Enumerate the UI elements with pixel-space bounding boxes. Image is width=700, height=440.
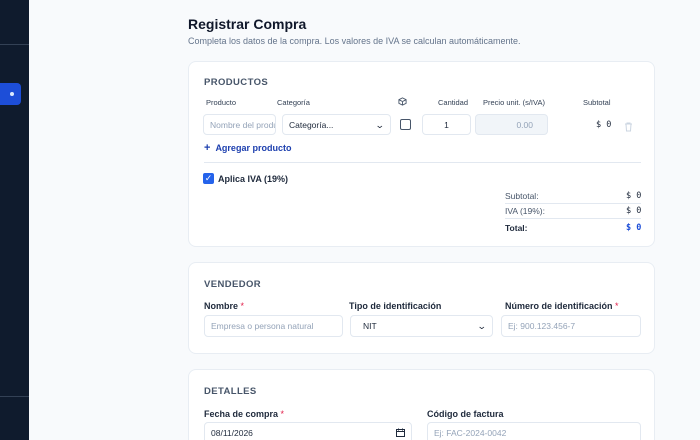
chevron-down-icon: ⌄ [477, 321, 488, 331]
totals-divider-2 [505, 218, 641, 219]
trash-icon[interactable] [624, 119, 633, 137]
detalles-card: DETALLES Fecha de compra * 08/11/2026 Có… [188, 369, 655, 440]
page-title: Registrar Compra [188, 16, 307, 32]
col-header-subtotal: Subtotal [583, 98, 611, 107]
subtotal-label: Subtotal: [505, 191, 539, 201]
nombre-label: Nombre * [204, 301, 244, 311]
main-content: Registrar Compra Completa los datos de l… [29, 0, 700, 440]
total-value: $ 0 [626, 223, 642, 233]
chevron-down-icon: ⌄ [375, 120, 386, 130]
sidebar-item-active[interactable] [0, 83, 21, 105]
producto-nombre-input[interactable]: Nombre del producto [203, 114, 276, 135]
categoria-select-value: Categoría... [289, 119, 334, 130]
required-mark: * [240, 301, 245, 311]
totals-divider-1 [505, 203, 641, 204]
tipo-id-select[interactable]: NIT ⌄ [350, 315, 493, 337]
sidebar-divider-bottom [0, 396, 29, 397]
numero-id-input[interactable]: Ej: 900.123.456-7 [501, 315, 641, 337]
numero-id-label: Número de identificación * [505, 301, 619, 311]
page-subtitle: Completa los datos de la compra. Los val… [188, 36, 521, 46]
vendedor-nombre-input[interactable]: Empresa o persona natural [204, 315, 343, 337]
detalles-section-title: DETALLES [204, 386, 257, 397]
add-product-label: Agregar producto [215, 143, 292, 153]
vendedor-card: VENDEDOR Nombre * Empresa o persona natu… [188, 262, 655, 354]
required-mark: * [615, 301, 619, 311]
categoria-select[interactable]: Categoría... ⌄ [282, 114, 391, 135]
col-header-producto: Producto [206, 98, 237, 107]
col-header-cantidad: Cantidad [438, 98, 469, 107]
fecha-input[interactable]: 08/11/2026 [204, 422, 412, 440]
nombre-label-text: Nombre [204, 301, 239, 311]
productos-card: PRODUCTOS Producto Categoría Cantidad Pr… [188, 61, 655, 247]
iva-total-label: IVA (19%): [505, 206, 545, 216]
plus-icon: + [204, 142, 211, 154]
col-header-categoria: Categoría [277, 98, 310, 107]
numero-id-label-text: Número de identificación [505, 301, 613, 311]
sidebar [0, 0, 29, 440]
box-icon [398, 97, 407, 108]
iva-total-value: $ 0 [626, 206, 642, 216]
iva-checkbox[interactable]: ✓ [203, 173, 214, 184]
sidebar-item-dot-icon [10, 92, 14, 96]
calendar-icon[interactable] [396, 428, 405, 439]
productos-divider [204, 162, 641, 163]
productos-section-title: PRODUCTOS [204, 77, 269, 88]
vendedor-section-title: VENDEDOR [204, 279, 262, 290]
fecha-label: Fecha de compra * [204, 409, 284, 419]
iva-checkbox-label: Aplica IVA (19%) [218, 174, 289, 184]
sidebar-divider-top [0, 44, 29, 45]
row-subtotal: $ 0 [596, 120, 612, 130]
producto-checkbox[interactable] [400, 119, 411, 130]
fecha-value: 08/11/2026 [211, 428, 253, 438]
required-mark: * [280, 409, 285, 419]
tipo-id-label: Tipo de identificación [349, 301, 442, 311]
subtotal-value: $ 0 [626, 191, 642, 201]
codigo-label: Código de factura [427, 409, 504, 419]
codigo-factura-input[interactable]: Ej: FAC-2024-0042 [427, 422, 641, 440]
col-header-precio: Precio unit. (s/IVA) [483, 98, 545, 107]
total-label: Total: [505, 223, 528, 233]
cantidad-input[interactable]: 1 [422, 114, 471, 135]
precio-input[interactable]: 0.00 [475, 114, 548, 135]
fecha-label-text: Fecha de compra [204, 409, 279, 419]
tipo-id-select-value: NIT [363, 321, 377, 331]
add-product-button[interactable]: + Agregar producto [204, 142, 291, 154]
